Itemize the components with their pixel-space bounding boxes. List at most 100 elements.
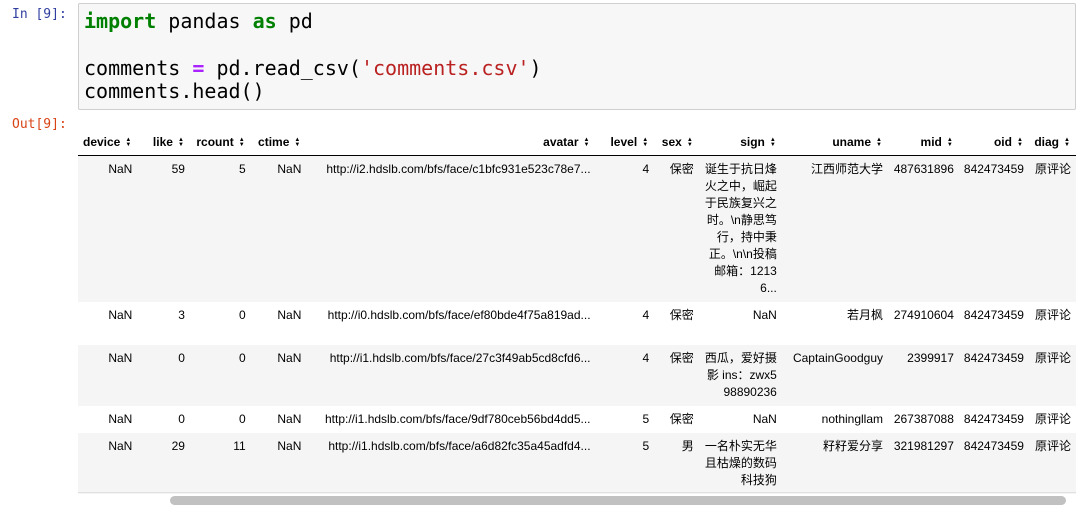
cell-oid: 842473459 bbox=[958, 433, 1029, 494]
code-alias: pd bbox=[276, 9, 313, 33]
cell-sign: 一名朴实无华且枯燥的数码科技狗 bbox=[698, 433, 782, 494]
sort-arrows-icon[interactable]: ▲▼ bbox=[1016, 137, 1024, 147]
sort-arrows-icon[interactable]: ▲▼ bbox=[124, 137, 132, 147]
column-header-label: sign bbox=[740, 134, 765, 149]
cell-avatar: http://i1.hdslb.com/bfs/face/a6d82fc35a4… bbox=[306, 433, 596, 494]
column-header-avatar[interactable]: avatar ▲▼ bbox=[306, 128, 596, 156]
cell-device: NaN bbox=[78, 433, 138, 494]
output-divider bbox=[78, 492, 1076, 493]
cell-like: 3 bbox=[137, 302, 190, 345]
column-header-label: mid bbox=[920, 134, 942, 149]
column-header-like[interactable]: like ▲▼ bbox=[137, 128, 190, 156]
cell-sign: 西瓜，爱好摄影 ins：zwx598890236 bbox=[698, 345, 782, 406]
code-string: 'comments.csv' bbox=[360, 56, 530, 80]
code-line-3: comments.head() bbox=[84, 79, 265, 103]
table-row: NaN 29 11 NaN http://i1.hdslb.com/bfs/face/a… bbox=[78, 433, 1076, 494]
cell-ctime: NaN bbox=[250, 406, 307, 433]
sort-arrows-icon[interactable]: ▲▼ bbox=[686, 137, 694, 147]
scrollbar-thumb[interactable] bbox=[170, 496, 1066, 505]
table-header-row: device ▲▼ like ▲▼ rcount ▲▼ ctime ▲▼ avatar ▲▼ lev… bbox=[78, 128, 1076, 156]
code-operator: = bbox=[192, 56, 205, 80]
column-header-sign[interactable]: sign ▲▼ bbox=[698, 128, 782, 156]
cell-avatar: http://i2.hdslb.com/bfs/face/c1bfc931e52… bbox=[306, 155, 596, 302]
keyword-as: as bbox=[252, 9, 277, 33]
dataframe-table: device ▲▼ like ▲▼ rcount ▲▼ ctime ▲▼ avatar ▲▼ lev… bbox=[78, 128, 1076, 494]
cell-uname: 籽籽爱分享 bbox=[781, 433, 889, 494]
cell-rcount: 11 bbox=[189, 433, 251, 494]
sort-arrows-icon[interactable]: ▲▼ bbox=[769, 137, 777, 147]
cell-oid: 842473459 bbox=[958, 406, 1029, 433]
cell-mid: 2399917 bbox=[888, 345, 959, 406]
cell-device: NaN bbox=[78, 155, 138, 302]
cell-sex: 保密 bbox=[654, 302, 699, 345]
sort-arrows-icon[interactable]: ▲▼ bbox=[1063, 137, 1071, 147]
notebook-page: In [9]: import pandas as pd comments = p… bbox=[0, 0, 1080, 515]
cell-rcount: 0 bbox=[189, 345, 251, 406]
cell-mid: 267387088 bbox=[888, 406, 959, 433]
cell-rcount: 5 bbox=[189, 155, 251, 302]
column-header-rcount[interactable]: rcount ▲▼ bbox=[189, 128, 251, 156]
cell-ctime: NaN bbox=[250, 345, 307, 406]
cell-ctime: NaN bbox=[250, 433, 307, 494]
cell-ctime: NaN bbox=[250, 302, 307, 345]
cell-like: 59 bbox=[137, 155, 190, 302]
column-header-label: diag bbox=[1034, 134, 1059, 149]
cell-level: 5 bbox=[595, 406, 655, 433]
cell-diag: 原评论 bbox=[1028, 345, 1076, 406]
column-header-label: level bbox=[610, 134, 638, 149]
column-header-diag[interactable]: diag ▲▼ bbox=[1028, 128, 1076, 156]
column-header-label: rcount bbox=[196, 134, 234, 149]
cell-diag: 原评论 bbox=[1028, 433, 1076, 494]
sort-arrows-icon[interactable]: ▲▼ bbox=[293, 137, 301, 147]
column-header-label: like bbox=[152, 134, 173, 149]
cell-oid: 842473459 bbox=[958, 345, 1029, 406]
horizontal-scrollbar[interactable] bbox=[170, 496, 1070, 506]
sort-arrows-icon[interactable]: ▲▼ bbox=[875, 137, 883, 147]
column-header-oid[interactable]: oid ▲▼ bbox=[958, 128, 1029, 156]
cell-device: NaN bbox=[78, 345, 138, 406]
output-prompt: Out[9]: bbox=[12, 117, 67, 132]
table-row: NaN 0 0 NaN http://i1.hdslb.com/bfs/face/27c… bbox=[78, 345, 1076, 406]
code-line-2: comments = pd.read_csv('comments.csv') bbox=[84, 57, 542, 80]
column-header-label: device bbox=[83, 134, 121, 149]
cell-rcount: 0 bbox=[189, 406, 251, 433]
code-line-1: import pandas as pd bbox=[84, 10, 313, 33]
output-area: device ▲▼ like ▲▼ rcount ▲▼ ctime ▲▼ avatar ▲▼ lev… bbox=[78, 128, 1076, 515]
column-header-sex[interactable]: sex ▲▼ bbox=[654, 128, 699, 156]
cell-sex: 男 bbox=[654, 433, 699, 494]
column-header-label: ctime bbox=[258, 134, 290, 149]
cell-sign: 诞生于抗日烽火之中，崛起于民族复兴之时。\n静思笃行，持中秉正。\n\n投稿邮箱… bbox=[698, 155, 782, 302]
code-editor[interactable]: import pandas as pd comments = pd.read_c… bbox=[78, 3, 1076, 110]
cell-avatar: http://i0.hdslb.com/bfs/face/ef80bde4f75… bbox=[306, 302, 596, 345]
table-row: NaN 0 0 NaN http://i1.hdslb.com/bfs/face/9df… bbox=[78, 406, 1076, 433]
sort-arrows-icon[interactable]: ▲▼ bbox=[641, 137, 649, 147]
cell-mid: 274910604 bbox=[888, 302, 959, 345]
sort-arrows-icon[interactable]: ▲▼ bbox=[583, 137, 591, 147]
column-header-level[interactable]: level ▲▼ bbox=[595, 128, 655, 156]
cell-sex: 保密 bbox=[654, 406, 699, 433]
cell-diag: 原评论 bbox=[1028, 155, 1076, 302]
cell-device: NaN bbox=[78, 302, 138, 345]
code-call: pd.read_csv( bbox=[204, 56, 361, 80]
sort-arrows-icon[interactable]: ▲▼ bbox=[238, 137, 246, 147]
cell-avatar: http://i1.hdslb.com/bfs/face/27c3f49ab5c… bbox=[306, 345, 596, 406]
table-row: NaN 3 0 NaN http://i0.hdslb.com/bfs/face/ef8… bbox=[78, 302, 1076, 345]
cell-diag: 原评论 bbox=[1028, 302, 1076, 345]
cell-mid: 321981297 bbox=[888, 433, 959, 494]
column-header-device[interactable]: device ▲▼ bbox=[78, 128, 138, 156]
cell-uname: CaptainGoodguy bbox=[781, 345, 889, 406]
cell-level: 4 bbox=[595, 345, 655, 406]
cell-level: 5 bbox=[595, 433, 655, 494]
cell-ctime: NaN bbox=[250, 155, 307, 302]
input-prompt: In [9]: bbox=[12, 7, 67, 22]
cell-rcount: 0 bbox=[189, 302, 251, 345]
sort-arrows-icon[interactable]: ▲▼ bbox=[177, 137, 185, 147]
column-header-ctime[interactable]: ctime ▲▼ bbox=[250, 128, 307, 156]
cell-sign: NaN bbox=[698, 302, 782, 345]
sort-arrows-icon[interactable]: ▲▼ bbox=[946, 137, 954, 147]
column-header-mid[interactable]: mid ▲▼ bbox=[888, 128, 959, 156]
column-header-uname[interactable]: uname ▲▼ bbox=[781, 128, 889, 156]
cell-mid: 487631896 bbox=[888, 155, 959, 302]
cell-like: 29 bbox=[137, 433, 190, 494]
cell-sign: NaN bbox=[698, 406, 782, 433]
